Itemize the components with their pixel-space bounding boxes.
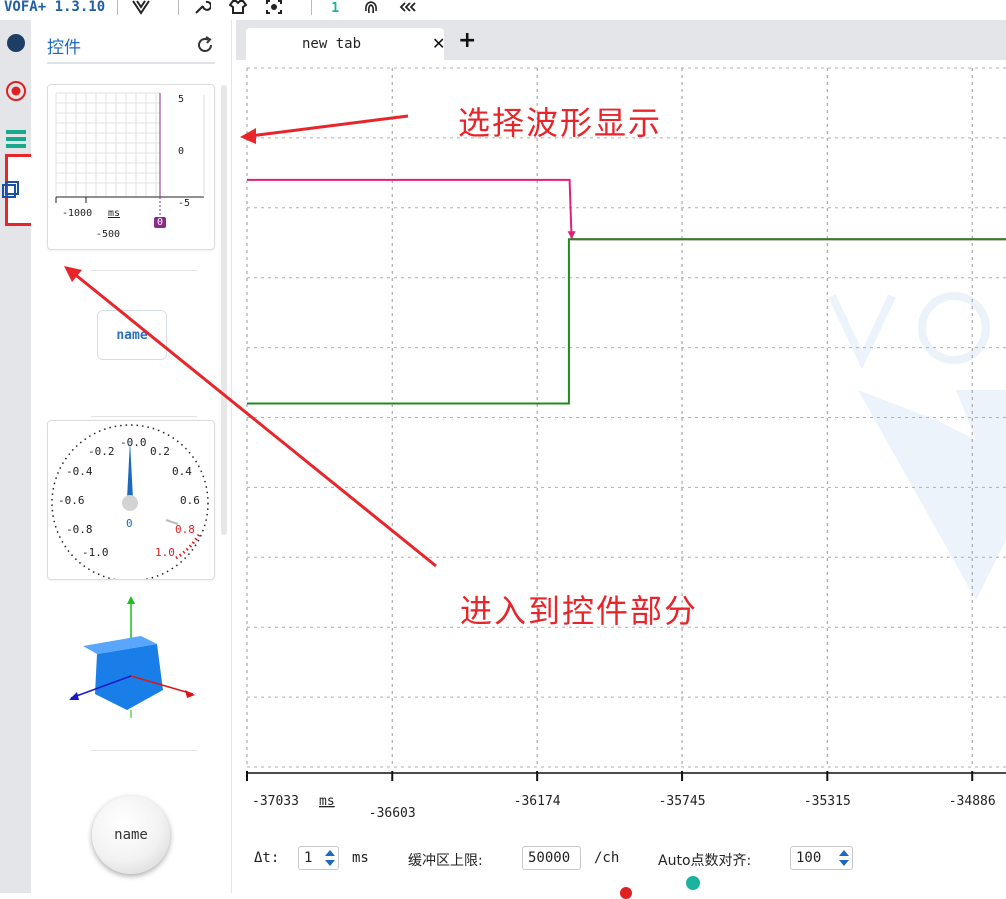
gauge-tick-left: -0.6 — [58, 494, 85, 507]
add-tab-icon[interactable]: + — [458, 30, 476, 52]
gauge-tick-right: 1.0 — [155, 546, 175, 559]
series-line-1 — [247, 238, 1006, 405]
wave-x-unit: ms — [108, 208, 121, 219]
panel-title: 控件 — [47, 37, 81, 58]
x-tick-label: -36603 — [369, 806, 416, 821]
plot-series — [247, 178, 1006, 405]
auto-align-label: Auto点数对齐: — [658, 853, 752, 869]
shirt-icon[interactable] — [227, 0, 249, 15]
collapse-left-icon[interactable] — [396, 0, 418, 15]
dt-unit: ms — [352, 850, 369, 866]
vofa-logo-icon[interactable] — [130, 0, 152, 15]
x-tick-label: -36174 — [514, 794, 561, 809]
widget-panel: 控件 5 0 -5 -1000 ms -500 0 name -0.0 -0.2… — [31, 20, 232, 893]
gauge-tick-left: -0.4 — [66, 465, 93, 478]
top-toolbar: VOFA+ 1.3.10 1 — [0, 0, 1006, 20]
refresh-icon[interactable] — [195, 35, 215, 55]
status-dot-red — [620, 887, 632, 899]
plot-svg: -37033 -36603 -36174 -35745 -35315 -34886 ms — [246, 67, 1006, 821]
panel-scrollbar[interactable] — [221, 85, 227, 535]
status-dot-teal — [686, 876, 700, 890]
wave-cursor-badge: 0 — [154, 217, 167, 228]
toolbar-divider — [311, 0, 313, 15]
buffer-unit: /ch — [594, 850, 620, 866]
app-title: VOFA+ 1.3.10 — [4, 0, 106, 15]
widget-divider — [91, 416, 197, 417]
toolbar-divider — [117, 0, 119, 15]
gauge-tick-left: -0.2 — [88, 445, 115, 458]
buffer-value: 50000 — [528, 850, 571, 866]
auto-align-value: 100 — [796, 850, 822, 866]
close-icon[interactable]: ✕ — [432, 34, 445, 53]
panel-header: 控件 — [47, 28, 215, 64]
waveform-plot[interactable]: -37033 -36603 -36174 -35745 -35315 -34886 ms — [236, 60, 1006, 830]
wave-x-mid: -500 — [96, 229, 121, 240]
left-rail — [0, 20, 41, 893]
toolbar-divider — [178, 0, 180, 15]
tab-bar: new tab ✕ + — [236, 20, 1006, 60]
buffer-label: 缓冲区上限: — [408, 853, 483, 869]
settings-bar: Δt: 1 ms 缓冲区上限: 50000 /ch Auto点数对齐: 100 — [236, 830, 1006, 899]
gauge-tick-right: 0.6 — [180, 494, 200, 507]
annotation-enter-widgets: 进入到控件部分 — [460, 592, 699, 630]
label-widget[interactable]: name — [97, 310, 167, 360]
series-marker — [567, 231, 576, 240]
fingerprint-icon[interactable] — [360, 0, 382, 15]
waveform-preview — [55, 92, 205, 215]
vofa-watermark — [828, 292, 1006, 600]
tab-label: new tab — [302, 36, 362, 52]
spin-arrows-icon[interactable] — [838, 849, 850, 867]
x-tick-label: -37033 — [252, 794, 299, 809]
buffer-input[interactable]: 50000 — [522, 846, 581, 870]
x-tick-label: -34886 — [949, 794, 996, 809]
x-axis-unit: ms — [319, 794, 335, 809]
gauge-tick-right: 0.8 — [175, 523, 195, 536]
wave-x-left: -1000 — [62, 208, 93, 219]
x-tick-label: -35315 — [804, 794, 851, 809]
gauge-tick-left: -0.8 — [66, 523, 93, 536]
channel-count-icon[interactable]: 1 — [324, 0, 346, 16]
gauge-tick-right: 0.2 — [150, 445, 170, 458]
gauge-widget[interactable]: -0.0 -0.2 -0.4 -0.6 -0.8 -1.0 0.2 0.4 0.… — [47, 420, 215, 580]
gauge-value: 0 — [126, 517, 133, 530]
gauge-tick-left: -1.0 — [82, 546, 109, 559]
button-widget[interactable]: name — [92, 796, 170, 874]
x-tick-label: -35745 — [659, 794, 706, 809]
cube-widget[interactable] — [65, 594, 197, 720]
dt-value: 1 — [304, 850, 313, 866]
widget-divider — [91, 750, 197, 751]
wave-y-bottom: -5 — [178, 198, 191, 209]
gauge-tick-right: 0.4 — [172, 465, 192, 478]
dt-label: Δt: — [254, 850, 280, 866]
connect-icon[interactable] — [0, 32, 31, 54]
capture-icon[interactable] — [263, 0, 285, 15]
plot-grid — [246, 67, 1006, 768]
plot-x-axis: -37033 -36603 -36174 -35745 -35315 -34886 ms — [246, 771, 1006, 821]
series-line-0 — [247, 178, 1006, 241]
auto-align-stepper[interactable]: 100 — [790, 846, 853, 870]
annotation-select-waveform: 选择波形显示 — [458, 104, 663, 142]
widget-divider — [91, 270, 197, 271]
wrench-icon[interactable] — [191, 0, 213, 15]
wave-y-mid: 0 — [178, 146, 185, 157]
dt-stepper[interactable]: 1 — [298, 846, 339, 870]
waveform-widget[interactable]: 5 0 -5 -1000 ms -500 0 — [47, 84, 215, 250]
wave-y-top: 5 — [178, 94, 185, 105]
tab-new-tab[interactable]: new tab ✕ — [246, 28, 445, 60]
record-icon[interactable] — [0, 80, 31, 102]
protocol-menu-icon[interactable] — [0, 128, 31, 150]
gauge-tick-top: -0.0 — [120, 436, 147, 449]
spin-arrows-icon[interactable] — [324, 849, 336, 867]
